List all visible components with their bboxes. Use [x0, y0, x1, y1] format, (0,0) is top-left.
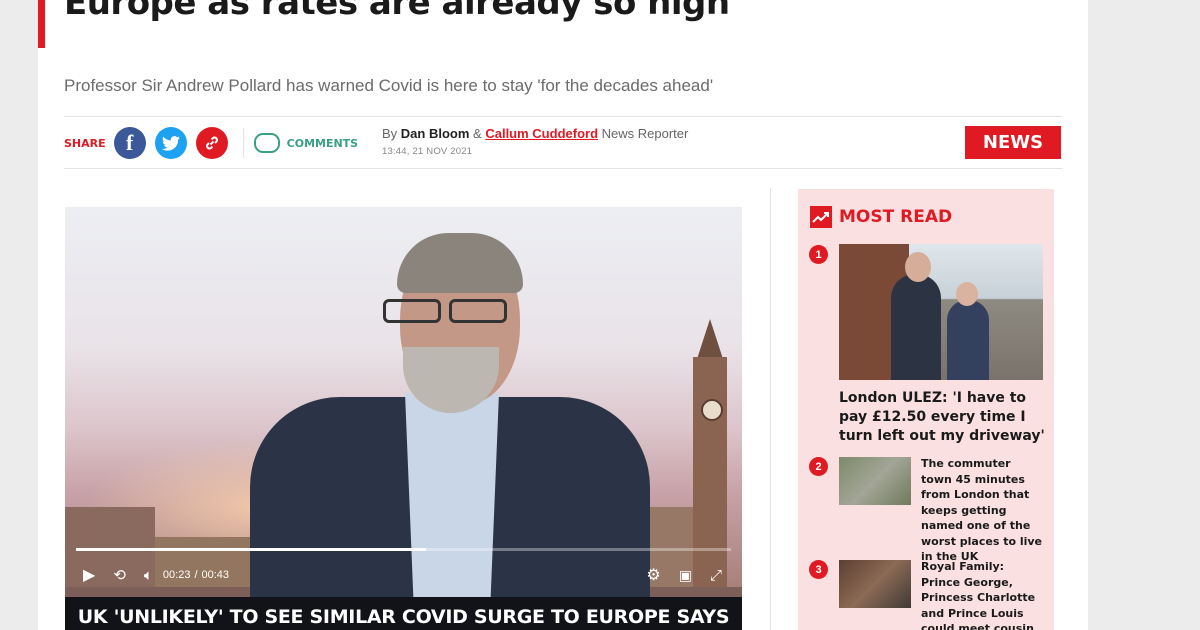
presenter-glasses	[383, 299, 523, 325]
copy-link-button[interactable]	[195, 127, 228, 159]
settings-icon[interactable]: ⚙	[646, 565, 660, 585]
most-read-title: MOST READ	[839, 207, 953, 227]
rank-badge: 1	[809, 245, 828, 264]
clock-face	[701, 399, 723, 421]
article-headline: Europe as rates are already so high	[64, 0, 730, 23]
most-read-image-1[interactable]	[839, 244, 1043, 380]
clock-tower-spire	[697, 319, 723, 359]
facebook-icon: f	[125, 130, 134, 155]
divider	[64, 168, 1062, 169]
current-time: 00:23	[162, 569, 191, 581]
byline-prefix: By	[382, 126, 398, 141]
most-read-panel: MOST READ 1 London ULEZ: 'I have to pay …	[798, 189, 1054, 630]
section-badge-news[interactable]: NEWS	[965, 126, 1061, 159]
divider	[64, 116, 1062, 117]
play-icon[interactable]: ▶	[83, 565, 95, 585]
most-read-image-3[interactable]	[839, 560, 911, 608]
volume-icon[interactable]: 🔈︎	[144, 567, 153, 584]
headline-accent-bar	[38, 0, 45, 48]
most-read-image-2[interactable]	[839, 457, 911, 505]
twitter-share-button[interactable]	[154, 127, 187, 159]
share-bar: SHARE f COMMENTS	[64, 124, 358, 162]
video-progress-fill	[76, 548, 427, 551]
comments-link[interactable]: COMMENTS	[287, 137, 358, 150]
byline: By Dan Bloom & Callum Cuddeford News Rep…	[382, 126, 688, 141]
most-read-headline-2[interactable]: The commuter town 45 minutes from London…	[921, 456, 1045, 565]
author-role: News Reporter	[601, 126, 689, 141]
author-dan-bloom: Dan Bloom	[400, 126, 470, 141]
trending-icon	[810, 206, 832, 228]
facebook-share-button[interactable]: f	[113, 127, 146, 159]
duration: 00:43	[201, 569, 230, 581]
byline-ampersand: &	[473, 126, 482, 141]
rank-badge: 2	[809, 457, 828, 476]
share-label: SHARE	[64, 136, 106, 150]
most-read-headline-1[interactable]: London ULEZ: 'I have to pay £12.50 every…	[839, 389, 1049, 446]
fullscreen-icon[interactable]: ⤢	[710, 567, 722, 584]
picture-in-picture-icon[interactable]: ▣	[679, 567, 692, 584]
link-icon	[205, 136, 218, 150]
author-callum-cuddeford-link[interactable]: Callum Cuddeford	[485, 126, 598, 141]
column-divider	[770, 188, 771, 630]
time-separator: /	[194, 569, 198, 581]
article-standfirst: Professor Sir Andrew Pollard has warned …	[64, 76, 714, 95]
most-read-headline-3[interactable]: Royal Family: Prince George, Princess Ch…	[921, 559, 1045, 630]
most-read-header: MOST READ	[810, 206, 952, 228]
article-page: Europe as rates are already so high Prof…	[38, 0, 1088, 630]
video-controls-right: ⚙ ▣ ⤢	[646, 565, 722, 585]
comments-icon[interactable]	[253, 133, 280, 153]
share-separator	[242, 128, 244, 158]
video-controls: ▶ ⟲ 🔈︎ 00:23 / 00:43 ⚙ ▣ ⤢	[65, 557, 742, 593]
video-player[interactable]: ▶ ⟲ 🔈︎ 00:23 / 00:43 ⚙ ▣ ⤢ UK 'UNLIKELY'…	[65, 207, 742, 630]
rank-badge: 3	[809, 560, 828, 579]
twitter-icon	[161, 135, 180, 151]
video-progress-bar[interactable]	[76, 548, 731, 551]
replay-10-icon[interactable]: ⟲	[113, 566, 126, 584]
publish-timestamp: 13:44, 21 NOV 2021	[382, 146, 473, 157]
video-caption: UK 'UNLIKELY' TO SEE SIMILAR COVID SURGE…	[65, 597, 742, 630]
